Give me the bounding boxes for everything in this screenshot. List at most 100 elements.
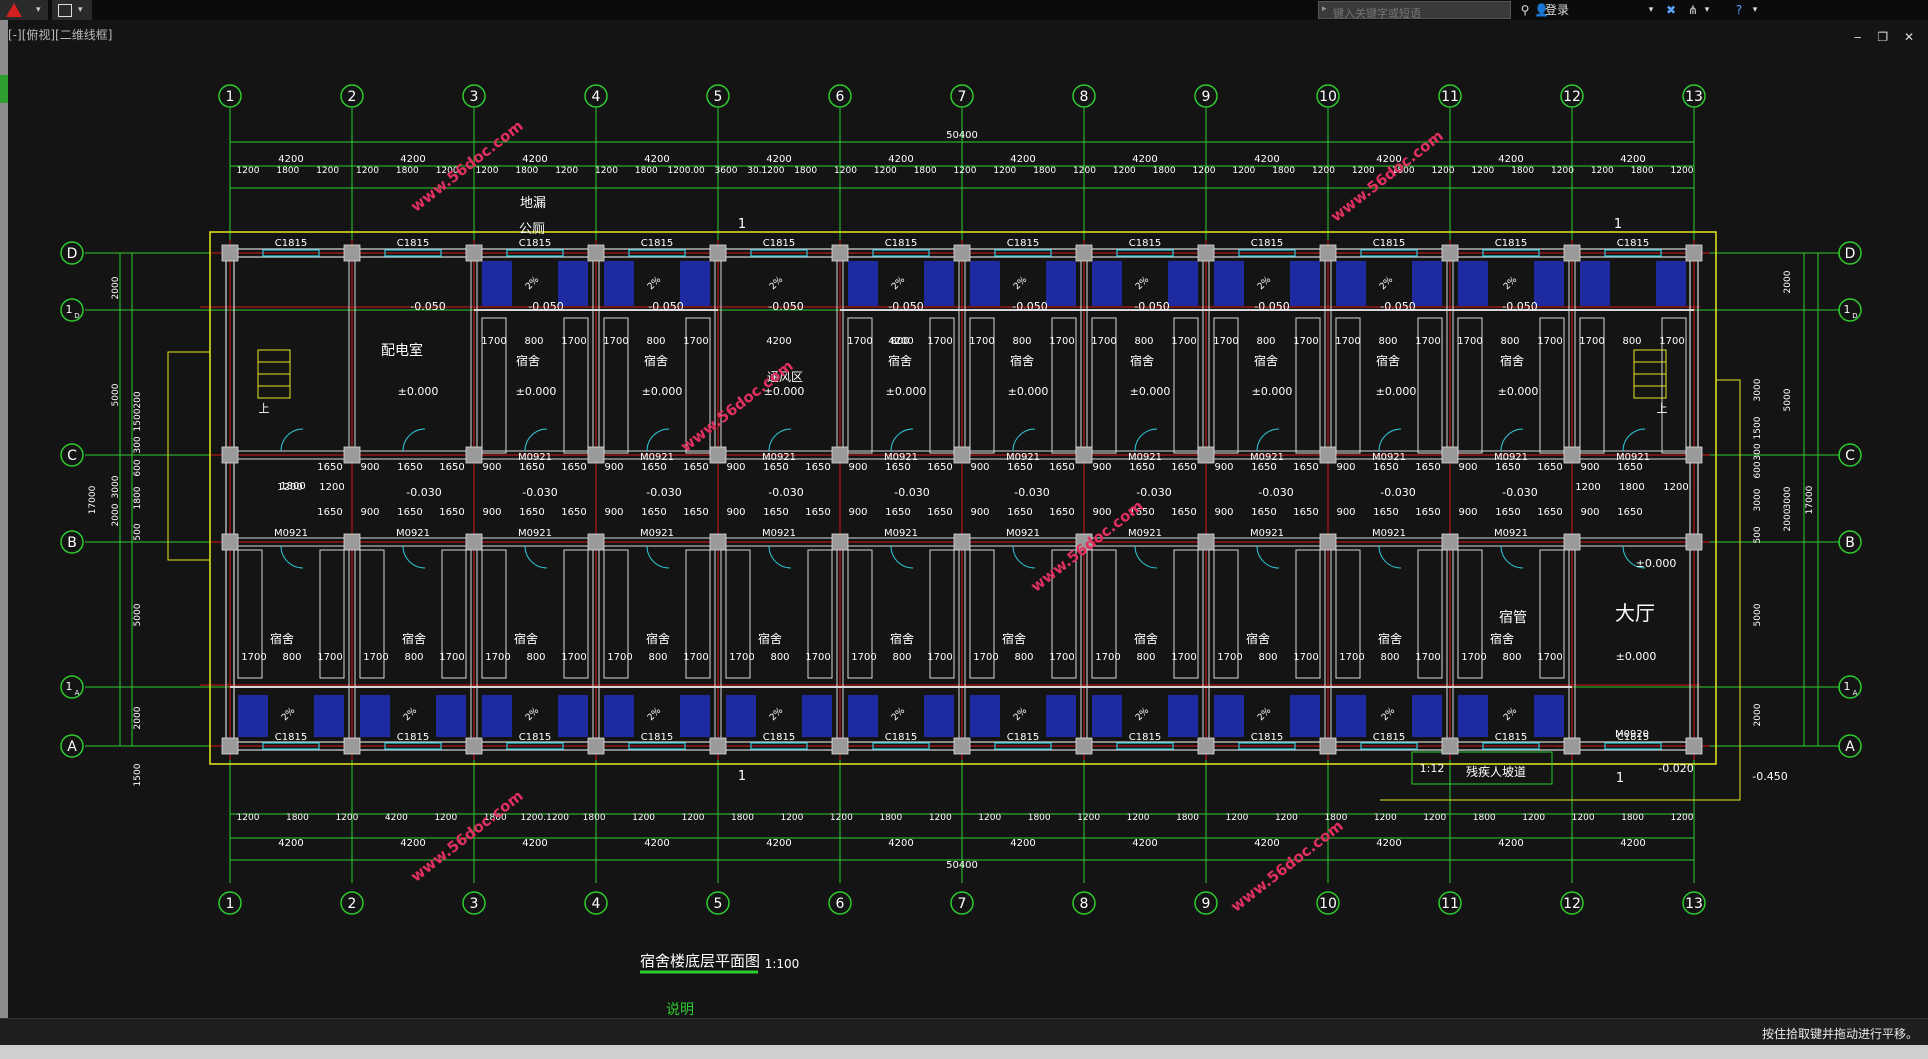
help-icon[interactable]: ? <box>1730 1 1748 19</box>
left-dim: 1800 <box>133 486 143 509</box>
door-code-c: M0921 <box>1006 452 1040 463</box>
section-mark: 1 <box>738 217 746 232</box>
sub-dim-top: 1200 <box>993 166 1016 176</box>
corridor-dim: 900 <box>1092 462 1111 473</box>
door-swing <box>1256 428 1280 452</box>
window-code-top: C1815 <box>763 238 795 249</box>
sub-dim-bottom: 1800 <box>286 813 309 823</box>
room-dim: 1700 <box>683 652 708 663</box>
corridor-dim: 1650 <box>1373 507 1398 518</box>
entry-door-code: M0920 <box>1615 729 1649 740</box>
search-box[interactable]: ▸ <box>1318 1 1511 22</box>
section-mark: 1 <box>1614 217 1622 232</box>
sub-dim-bottom: 1800 <box>1473 813 1496 823</box>
axis-bubble-label: B <box>1845 535 1855 551</box>
column <box>1563 446 1581 464</box>
left-dim: 3000 <box>111 475 121 498</box>
sub-dim-top: 1800 <box>1033 166 1056 176</box>
axis-bubble-label: C <box>67 448 77 464</box>
corridor-dim: 900 <box>848 462 867 473</box>
level-wet: -0.050 <box>528 300 563 313</box>
corridor-dim: 1650 <box>1495 507 1520 518</box>
level-corridor: -0.030 <box>768 486 803 499</box>
axis-bubble-label: 12 <box>1563 896 1581 912</box>
login-button[interactable]: 登录 <box>1545 1 1569 19</box>
column <box>1563 244 1581 262</box>
bay-dim-bottom: 4200 <box>1132 838 1157 849</box>
corridor-dim: 1650 <box>805 507 830 518</box>
slope-label: 2% <box>890 275 907 292</box>
window-code-top: C1815 <box>1617 238 1649 249</box>
dorm-label-top: 宿舍 <box>888 353 912 368</box>
sub-dim-top: 1200 <box>316 166 339 176</box>
app-menu-button[interactable]: ▾ <box>0 0 48 20</box>
exchange-icon[interactable]: ✖ <box>1662 1 1680 19</box>
chevron-down-icon: ▾ <box>36 5 41 15</box>
sub-dim-bottom: 1200 <box>1423 813 1446 823</box>
sub-dim-bottom: 1200 <box>1127 813 1150 823</box>
left-dim: 17000 <box>88 485 98 514</box>
axis-bubble-label: C <box>1845 448 1855 464</box>
sub-dim-top: 1800 <box>1511 166 1534 176</box>
corridor-dim: 900 <box>1580 507 1599 518</box>
column <box>1197 533 1215 551</box>
corridor-dim: 1650 <box>1007 507 1032 518</box>
sub-dim-bottom: 1200 <box>632 813 655 823</box>
axis-bubble-label: 13 <box>1685 89 1703 105</box>
watermark-text: www.56doc.com <box>1327 127 1447 226</box>
left-stair-platform <box>167 351 210 561</box>
right-dim: 5000 <box>1783 388 1793 411</box>
dorm-label-top: 宿舍 <box>1376 353 1400 368</box>
door-code-c: M0921 <box>1250 452 1284 463</box>
corridor-dim: 1650 <box>927 462 952 473</box>
door-code-c: M0921 <box>1494 452 1528 463</box>
corridor-dim: 1650 <box>763 462 788 473</box>
level-corridor: -0.030 <box>646 486 681 499</box>
command-line[interactable] <box>0 1045 1928 1059</box>
chevron-down-icon[interactable]: ▾ <box>1702 1 1712 19</box>
binoculars-icon[interactable]: ⚲ <box>1516 1 1534 19</box>
column <box>465 533 483 551</box>
corridor-dim: 1650 <box>1251 462 1276 473</box>
axis-bubble-label: 8 <box>1080 89 1089 105</box>
axis-bubble-label: 1 <box>66 680 73 693</box>
room-dim: 1700 <box>485 652 510 663</box>
network-icon[interactable]: ⋔ <box>1684 1 1702 19</box>
slope-label: 2% <box>1012 706 1029 723</box>
room-dim: 1700 <box>1537 336 1562 347</box>
corridor-dim: 1650 <box>439 507 464 518</box>
right-dim: 5000 <box>1753 603 1763 626</box>
level-corridor: -0.030 <box>1380 486 1415 499</box>
level-step: -0.020 <box>1658 762 1693 775</box>
corridor-dim: 1650 <box>397 507 422 518</box>
left-dim: 1500 <box>133 763 143 786</box>
sub-dim-bottom: 1200 <box>780 813 803 823</box>
column <box>1075 737 1093 755</box>
door-swing <box>768 428 792 452</box>
sub-dim-bottom: 1800 <box>879 813 902 823</box>
bay-dim-top: 4200 <box>400 154 425 165</box>
slope-label: 2% <box>1256 275 1273 292</box>
level-wet: -0.050 <box>410 300 445 313</box>
sub-dim-bottom: 1200 <box>237 813 260 823</box>
door-swing <box>1378 545 1402 569</box>
window-code-bottom: C1815 <box>763 732 795 743</box>
column <box>709 533 727 551</box>
level-corridor: -0.030 <box>1258 486 1293 499</box>
quick-access-button[interactable]: ▾ <box>52 0 92 20</box>
column <box>709 446 727 464</box>
sub-dim-bottom: 1800 <box>1621 813 1644 823</box>
sub-dim-top: 30.1200 <box>747 166 784 176</box>
level-zero: ±0.000 <box>1376 385 1417 398</box>
chevron-down-icon[interactable]: ▾ <box>1646 1 1656 19</box>
axis-bubble-label: 7 <box>958 89 967 105</box>
bay-dim-bottom: 4200 <box>400 838 425 849</box>
dorm-label-bottom: 宿舍 <box>514 631 538 646</box>
chevron-down-icon[interactable]: ▾ <box>1750 1 1760 19</box>
sub-dim-top: 1200 <box>1432 166 1455 176</box>
drawing-canvas[interactable]: 5040050400420042004200420042004200420042… <box>0 20 1928 1018</box>
toilet-fixture <box>1168 261 1198 306</box>
corridor-dim: 900 <box>1336 507 1355 518</box>
axis-bubble-label: 11 <box>1441 896 1459 912</box>
sub-dim-top: 1800 <box>276 166 299 176</box>
